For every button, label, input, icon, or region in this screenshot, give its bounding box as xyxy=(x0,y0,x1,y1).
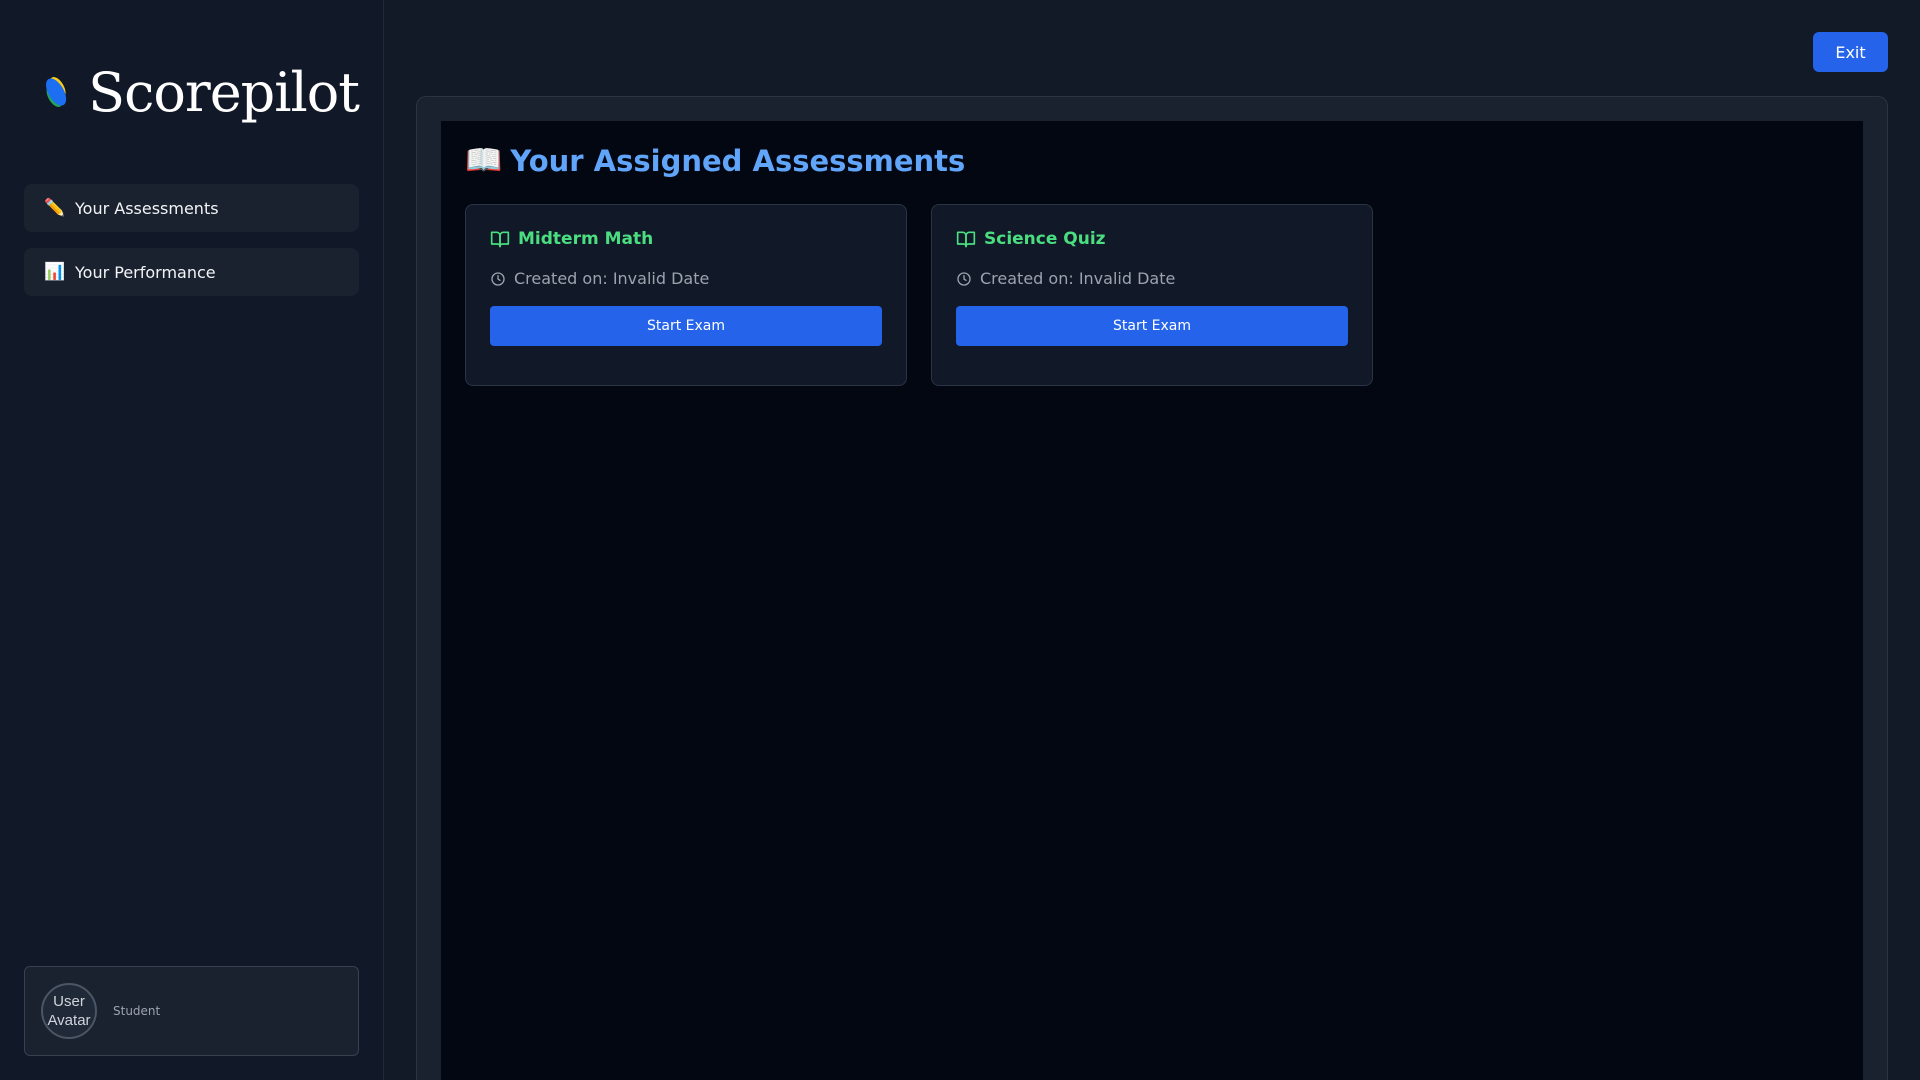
assessment-title: Science Quiz xyxy=(984,229,1106,249)
brand-name: Scorepilot xyxy=(88,60,360,124)
sidebar-item-assessments[interactable]: ✏️ Your Assessments xyxy=(24,184,359,232)
scorepilot-logo-icon xyxy=(46,77,67,107)
assessment-list: Midterm Math Created on: Invalid Date St… xyxy=(465,204,1839,386)
pencil-icon: ✏️ xyxy=(44,198,66,218)
bar-chart-icon: 📊 xyxy=(44,262,66,282)
brand[interactable]: Scorepilot xyxy=(24,0,360,184)
sidebar-item-label: Your Assessments xyxy=(75,198,219,218)
assessment-card: Midterm Math Created on: Invalid Date St… xyxy=(465,204,907,386)
sidebar-item-label: Your Performance xyxy=(75,262,216,282)
page-title-text: Your Assigned Assessments xyxy=(510,143,966,178)
main-content: Exit 📖 Your Assigned Assessments Midterm… xyxy=(384,0,1920,1080)
sidebar-item-performance[interactable]: 📊 Your Performance xyxy=(24,248,359,296)
clock-icon xyxy=(957,271,971,286)
sidebar-nav: ✏️ Your Assessments 📊 Your Performance xyxy=(24,184,359,296)
card-meta: Created on: Invalid Date xyxy=(956,269,1348,288)
exit-button[interactable]: Exit xyxy=(1813,32,1888,72)
card-header: Midterm Math xyxy=(490,229,882,249)
app-root: Scorepilot ✏️ Your Assessments 📊 Your Pe… xyxy=(0,0,1920,1080)
sidebar: Scorepilot ✏️ Your Assessments 📊 Your Pe… xyxy=(0,0,384,1080)
created-date: Created on: Invalid Date xyxy=(514,269,710,288)
assessment-title: Midterm Math xyxy=(518,229,654,249)
open-book-icon: 📖 xyxy=(465,143,503,178)
avatar-alt-text: User xyxy=(53,992,85,1010)
content-panel: 📖 Your Assigned Assessments Midterm Math xyxy=(416,96,1888,1080)
card-header: Science Quiz xyxy=(956,229,1348,249)
book-open-icon xyxy=(956,231,976,248)
assessment-card: Science Quiz Created on: Invalid Date St… xyxy=(931,204,1373,386)
avatar-alt-text: Avatar xyxy=(47,1012,91,1029)
user-role: Student xyxy=(113,1004,161,1018)
user-profile-card[interactable]: User Avatar Student xyxy=(24,966,359,1056)
start-exam-button[interactable]: Start Exam xyxy=(956,306,1348,346)
card-meta: Created on: Invalid Date xyxy=(490,269,882,288)
avatar[interactable]: User Avatar xyxy=(41,983,97,1039)
assessments-container: 📖 Your Assigned Assessments Midterm Math xyxy=(441,121,1863,1080)
page-title: 📖 Your Assigned Assessments xyxy=(465,143,1839,178)
clock-icon xyxy=(491,271,505,286)
book-open-icon xyxy=(490,231,510,248)
created-date: Created on: Invalid Date xyxy=(980,269,1176,288)
start-exam-button[interactable]: Start Exam xyxy=(490,306,882,346)
